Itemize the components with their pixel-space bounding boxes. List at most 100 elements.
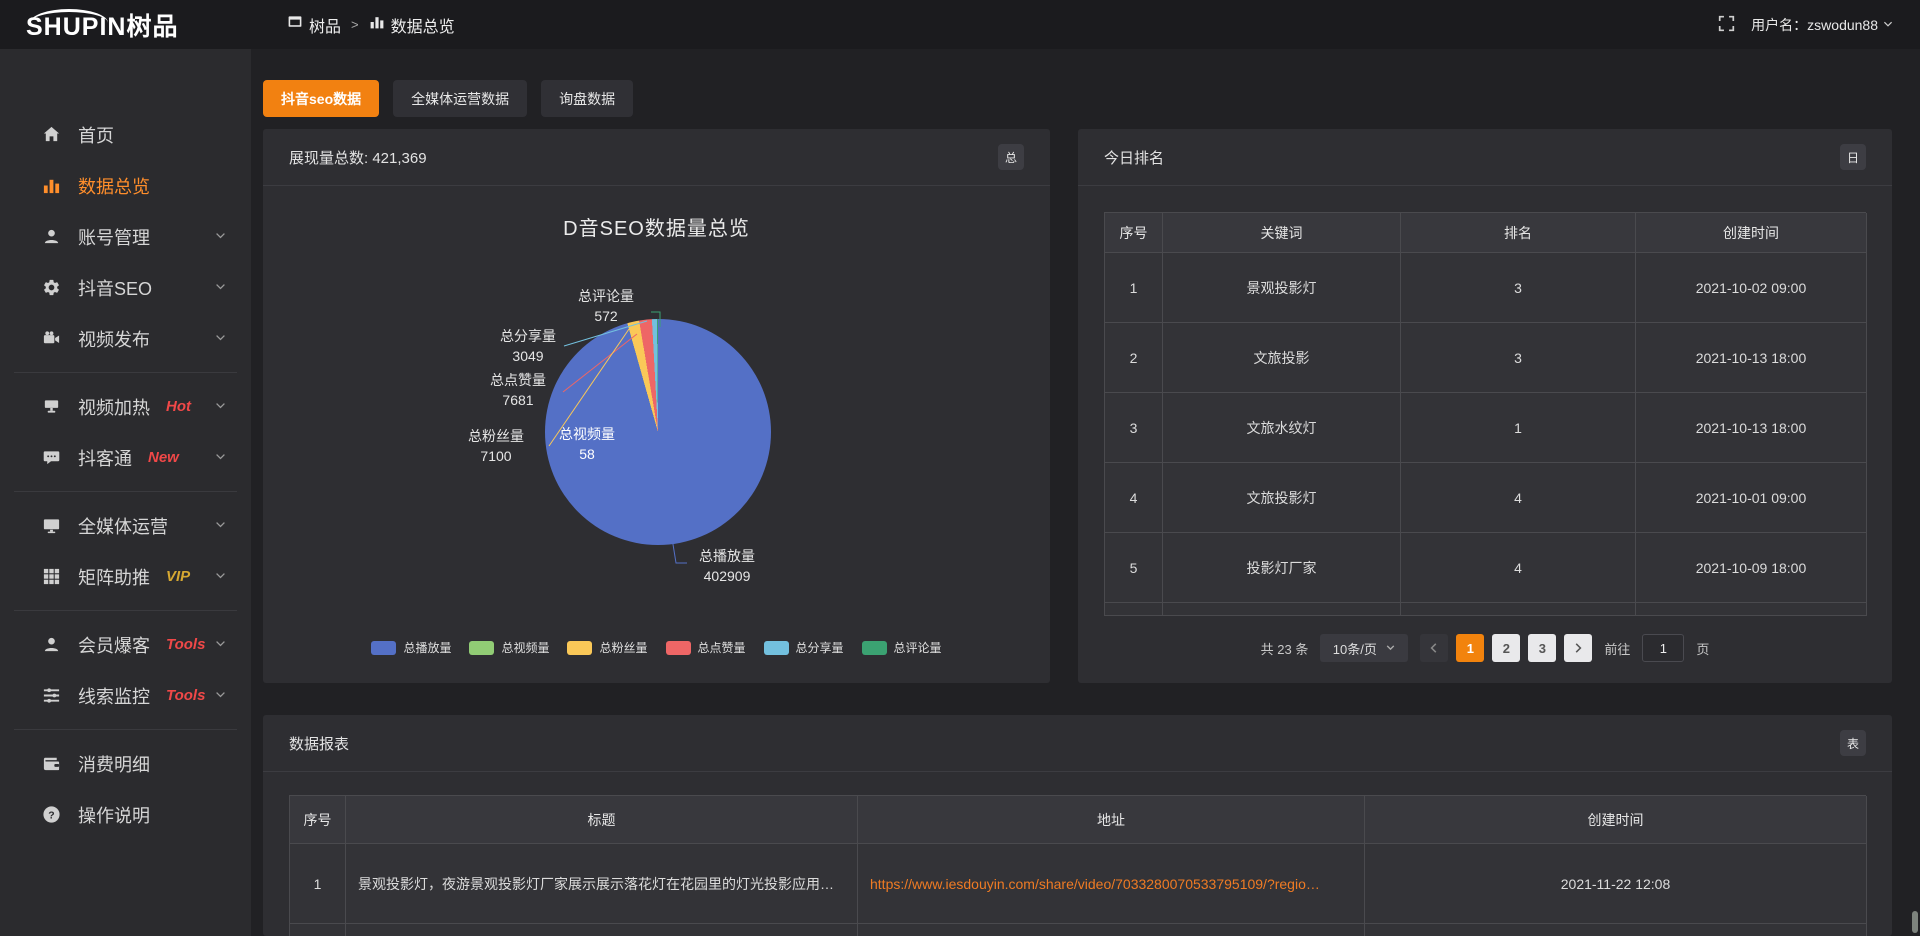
- table-cell: 2021-10-09 18:00: [1636, 533, 1867, 603]
- chevron-down-icon: [214, 396, 227, 417]
- legend-label: 总播放量: [403, 639, 451, 656]
- legend-item[interactable]: 总播放量: [371, 639, 451, 656]
- column-header: 地址: [858, 796, 1365, 844]
- sidebar-item-data-overview[interactable]: 数据总览: [0, 160, 251, 211]
- sidebar-item-instructions[interactable]: ? 操作说明: [0, 789, 251, 840]
- table-cell: 1: [290, 844, 346, 924]
- chat-bubble-icon: [40, 448, 62, 467]
- legend-swatch: [371, 641, 396, 655]
- wallet-icon: [40, 754, 62, 773]
- breadcrumb-separator: >: [351, 17, 359, 32]
- sidebar-item-member-burst[interactable]: 会员爆客 Tools: [0, 619, 251, 670]
- app-window-icon: [287, 14, 303, 35]
- chevron-down-icon: [214, 328, 227, 349]
- table-cell: [290, 924, 346, 936]
- table-cell: 文旅水纹灯: [1163, 393, 1401, 463]
- sidebar-item-spend-details[interactable]: 消费明细: [0, 738, 251, 789]
- pie-label-shares: 总分享量3049: [489, 326, 567, 366]
- legend-item[interactable]: 总点赞量: [666, 639, 746, 656]
- legend-item[interactable]: 总分享量: [764, 639, 844, 656]
- prev-page-button[interactable]: [1420, 634, 1448, 662]
- table-cell: [1105, 603, 1163, 616]
- scrollbar-thumb[interactable]: [1912, 911, 1918, 933]
- table-cell-title: 景观投影灯，夜游景观投影灯厂家展示展示落花灯在花园里的灯光投影应用效果 #: [346, 844, 858, 924]
- chevron-down-icon: [214, 515, 227, 536]
- legend-label: 总视频量: [501, 639, 549, 656]
- sidebar-item-video-heat[interactable]: 视频加热 Hot: [0, 381, 251, 432]
- pie-label-fans: 总粉丝量7100: [447, 426, 545, 466]
- tab-media-operation-data[interactable]: 全媒体运营数据: [393, 80, 527, 117]
- table-cell: 投影灯厂家: [1163, 533, 1401, 603]
- report-corner-button[interactable]: 表: [1840, 730, 1866, 756]
- sidebar-item-matrix-boost[interactable]: 矩阵助推 VIP: [0, 551, 251, 602]
- legend-swatch: [862, 641, 887, 655]
- svg-text:?: ?: [48, 810, 54, 821]
- sidebar-item-media-operation[interactable]: 全媒体运营: [0, 500, 251, 551]
- chevron-down-icon: [214, 277, 227, 298]
- legend-swatch: [469, 641, 494, 655]
- legend-swatch: [666, 641, 691, 655]
- chart-legend: 总播放量 总视频量 总粉丝量 总点赞量 总分享量 总评论量: [263, 639, 1050, 656]
- column-header: 标题: [346, 796, 858, 844]
- table-cell: [1365, 924, 1867, 936]
- data-tabs: 抖音seo数据 全媒体运营数据 询盘数据: [263, 80, 1892, 117]
- table-cell: 2021-10-13 18:00: [1636, 393, 1867, 463]
- legend-label: 总粉丝量: [599, 639, 647, 656]
- hot-badge: Hot: [166, 398, 191, 415]
- column-header: 排名: [1401, 213, 1636, 253]
- overview-total-label: 展现量总数: 421,369: [289, 147, 427, 168]
- table-cell: 4: [1401, 533, 1636, 603]
- overview-corner-button[interactable]: 总: [998, 144, 1024, 170]
- video-link[interactable]: https://www.iesdouyin.com/share/video/70…: [870, 876, 1352, 892]
- sidebar-item-account[interactable]: 账号管理: [0, 211, 251, 262]
- chevron-down-icon: [1385, 641, 1396, 656]
- table-cell: 3: [1105, 393, 1163, 463]
- legend-item[interactable]: 总粉丝量: [567, 639, 647, 656]
- content-area: 抖音seo数据 全媒体运营数据 询盘数据 展现量总数: 421,369 总 D音…: [251, 49, 1920, 936]
- breadcrumb-root[interactable]: 树品: [287, 13, 341, 37]
- sidebar-item-video-publish[interactable]: 视频发布: [0, 313, 251, 364]
- fullscreen-icon[interactable]: [1718, 15, 1735, 35]
- next-page-button[interactable]: [1564, 634, 1592, 662]
- legend-label: 总评论量: [894, 639, 942, 656]
- sidebar-item-douyin-seo[interactable]: 抖音SEO: [0, 262, 251, 313]
- page-button-2[interactable]: 2: [1492, 634, 1520, 662]
- page-button-1[interactable]: 1: [1456, 634, 1484, 662]
- table-cell: 3: [1401, 323, 1636, 393]
- topbar: SHUPIN树品 树品 > 数据总览 用户名：zswodun88: [0, 0, 1920, 49]
- legend-label: 总点赞量: [698, 639, 746, 656]
- chart-title: D音SEO数据量总览: [263, 212, 1050, 241]
- grid-icon: [40, 567, 62, 586]
- home-icon: [40, 125, 62, 144]
- page-button-3[interactable]: 3: [1528, 634, 1556, 662]
- sidebar-divider: [14, 372, 237, 373]
- goto-page-input[interactable]: [1642, 634, 1684, 662]
- user-icon: [40, 227, 62, 246]
- sidebar-item-home[interactable]: 首页: [0, 109, 251, 160]
- table-cell: 2021-10-02 09:00: [1636, 253, 1867, 323]
- table-cell: [858, 924, 1365, 936]
- table-cell: [1163, 603, 1401, 616]
- pie-label-plays: 总播放量402909: [683, 546, 771, 586]
- legend-item[interactable]: 总视频量: [469, 639, 549, 656]
- projector-screen-icon: [40, 397, 62, 416]
- ranking-corner-button[interactable]: 日: [1840, 144, 1866, 170]
- bar-chart-icon: [40, 176, 62, 195]
- tab-douyin-seo-data[interactable]: 抖音seo数据: [263, 80, 379, 117]
- page-size-select[interactable]: 10条/页: [1320, 634, 1408, 662]
- legend-item[interactable]: 总评论量: [862, 639, 942, 656]
- goto-unit: 页: [1696, 639, 1709, 658]
- sidebar-item-douketong[interactable]: 抖客通 New: [0, 432, 251, 483]
- chevron-down-icon: [214, 685, 227, 706]
- question-circle-icon: ?: [40, 805, 62, 824]
- user-menu[interactable]: 用户名：zswodun88: [1751, 15, 1894, 35]
- tab-inquiry-data[interactable]: 询盘数据: [541, 80, 633, 117]
- overview-panel: 展现量总数: 421,369 总 D音SEO数据量总览 总评论量572: [263, 129, 1050, 683]
- sidebar-item-lead-monitor[interactable]: 线索监控 Tools: [0, 670, 251, 721]
- table-cell: 5: [1105, 533, 1163, 603]
- table-cell: [346, 924, 858, 936]
- table-cell: 景观投影灯: [1163, 253, 1401, 323]
- tools-badge: Tools: [166, 687, 205, 704]
- user-icon: [40, 635, 62, 654]
- table-cell: 文旅投影: [1163, 323, 1401, 393]
